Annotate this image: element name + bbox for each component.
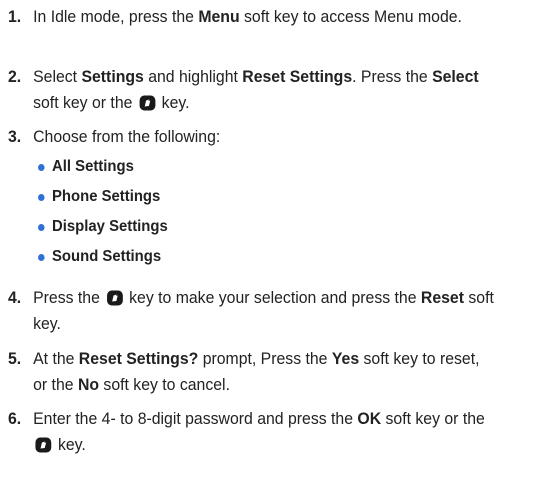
step-text-part: soft key or the xyxy=(33,93,137,112)
step-text-part: In Idle mode, press the xyxy=(33,7,199,26)
option-item: Sound Settings xyxy=(38,246,162,268)
step-text-part: . Press the xyxy=(352,67,433,86)
option-item: Display Settings xyxy=(38,216,168,238)
step-text-part: key to make your selection and press the xyxy=(124,288,421,307)
step-number: 2. xyxy=(8,67,22,86)
step-text-part: Enter the 4- to 8-digit password and pre… xyxy=(33,409,358,428)
step-text: Select Settings and highlight Reset Sett… xyxy=(33,64,496,116)
yes-term: Yes xyxy=(331,349,360,368)
step-1: 1. In Idle mode, press the Menu soft key… xyxy=(8,4,496,30)
step-2: 2. Select Settings and highlight Reset S… xyxy=(8,64,496,116)
step-number: 4. xyxy=(8,288,22,307)
step-text: Press the key to make your selection and… xyxy=(33,285,496,337)
step-text-part: soft key to access Menu mode. xyxy=(239,7,462,26)
step-text-part: soft key to cancel. xyxy=(99,375,230,394)
reset-term: Reset xyxy=(420,288,464,307)
bullet-dot xyxy=(38,194,45,201)
option-label: Phone Settings xyxy=(52,188,161,205)
menu-term: Menu xyxy=(198,7,240,26)
bullet-dot xyxy=(38,254,45,261)
step-number: 3. xyxy=(8,127,22,146)
reset-settings-prompt-term: Reset Settings? xyxy=(78,349,199,368)
step-6: 6. Enter the 4- to 8-digit password and … xyxy=(8,406,496,458)
info-key-icon xyxy=(106,290,123,306)
step-text-part: soft key or the xyxy=(381,409,485,428)
option-label: All Settings xyxy=(52,158,134,175)
step-5: 5. At the Reset Settings? prompt, Press … xyxy=(8,346,496,398)
step-number: 1. xyxy=(8,7,22,26)
option-label: Display Settings xyxy=(52,218,168,235)
step-text-part: Press the xyxy=(33,288,105,307)
option-label: Sound Settings xyxy=(52,248,162,265)
step-number: 5. xyxy=(8,349,22,368)
step-text: Choose from the following: xyxy=(33,124,496,150)
step-number: 6. xyxy=(8,409,22,428)
select-term: Select xyxy=(432,67,479,86)
bullet-dot xyxy=(38,164,45,171)
step-text-part: key. xyxy=(53,435,86,454)
step-text-part: At the xyxy=(33,349,79,368)
settings-term: Settings xyxy=(81,67,144,86)
step-text-part: Select xyxy=(33,67,82,86)
step-text-part: key. xyxy=(157,93,190,112)
option-item: Phone Settings xyxy=(38,186,161,208)
reset-settings-term: Reset Settings xyxy=(242,67,353,86)
info-key-icon xyxy=(139,95,156,111)
bullet-dot xyxy=(38,224,45,231)
step-3: 3. Choose from the following: xyxy=(8,124,496,150)
option-item: All Settings xyxy=(38,156,134,178)
step-text-part: and highlight xyxy=(143,67,243,86)
step-4: 4. Press the key to make your selection … xyxy=(8,285,496,337)
instruction-list: 1. In Idle mode, press the Menu soft key… xyxy=(0,0,539,497)
step-text: Enter the 4- to 8-digit password and pre… xyxy=(33,406,496,458)
step-text-part: Choose from the following: xyxy=(33,127,221,146)
step-text: At the Reset Settings? prompt, Press the… xyxy=(33,346,496,398)
step-text: In Idle mode, press the Menu soft key to… xyxy=(33,4,496,30)
no-term: No xyxy=(77,375,100,394)
step-text-part: prompt, Press the xyxy=(198,349,332,368)
info-key-icon xyxy=(35,437,52,453)
ok-term: OK xyxy=(357,409,382,428)
